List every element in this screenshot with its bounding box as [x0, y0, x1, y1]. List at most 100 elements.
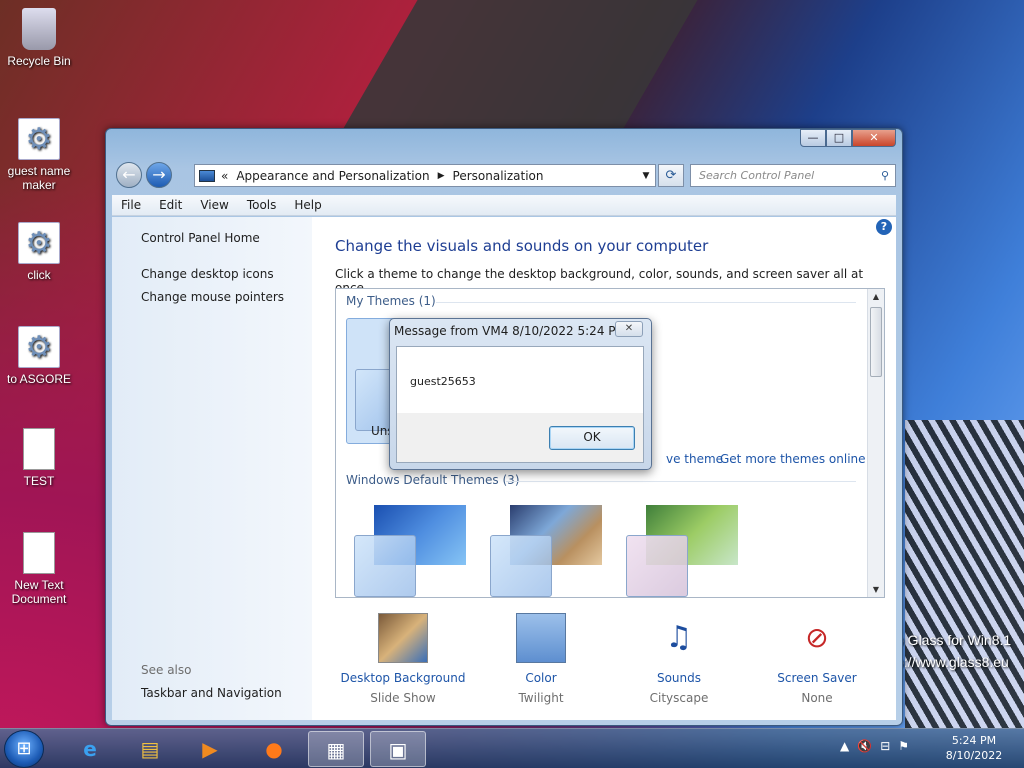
close-button[interactable]: ✕ — [852, 129, 896, 147]
desktop-icon-to-asgore[interactable]: to ASGORE — [1, 326, 77, 386]
color-value: Twilight — [518, 691, 564, 705]
windows7-theme-tile[interactable] — [350, 501, 472, 597]
minimize-button[interactable]: — — [800, 129, 826, 147]
theme-swatch — [490, 535, 552, 597]
breadcrumb-overflow[interactable]: « — [221, 169, 228, 183]
watermark-line2: o://www.glass8.eu — [896, 654, 1009, 670]
sounds-item[interactable]: ♫ Sounds Cityscape — [609, 613, 749, 705]
forward-arrow-icon: → — [152, 165, 166, 184]
document-icon — [23, 428, 55, 470]
internet-explorer-icon: e — [83, 737, 97, 761]
scrollbar-thumb[interactable] — [870, 307, 882, 377]
dialog-body: guest25653 OK — [396, 346, 644, 463]
divider — [436, 302, 856, 303]
breadcrumb-appearance[interactable]: Appearance and Personalization — [236, 169, 429, 183]
desktop-background-icon — [378, 613, 428, 663]
default-themes-heading: Windows Default Themes (3) — [346, 473, 520, 487]
change-desktop-icons-link[interactable]: Change desktop icons — [141, 267, 274, 281]
themes-scrollbar[interactable]: ▲ ▼ — [867, 289, 884, 597]
dialog-close-button[interactable]: ✕ — [615, 321, 643, 337]
menu-file[interactable]: File — [112, 198, 150, 212]
taskbar-navigation-link[interactable]: Taskbar and Navigation — [141, 686, 282, 700]
desktop-icon-test[interactable]: TEST — [1, 428, 77, 488]
screen-saver-icon: ⊘ — [805, 621, 829, 654]
desktop-icon-guest-name-maker[interactable]: guest name maker — [1, 118, 77, 192]
desktop-icon-label: click — [27, 268, 51, 282]
explorer-taskbar-button[interactable]: ▤ — [122, 731, 178, 767]
see-also-heading: See also — [141, 663, 192, 677]
sounds-icon: ♫ — [665, 620, 693, 655]
desktop-icon-label: TEST — [23, 474, 55, 488]
clock[interactable]: 5:24 PM 8/10/2022 — [936, 733, 1012, 763]
left-pane: Control Panel Home Change desktop icons … — [112, 217, 312, 720]
desktop-icon-label: Recycle Bin — [7, 54, 71, 68]
network-icon[interactable]: ⊟ — [880, 739, 898, 753]
search-icon[interactable]: ⚲ — [881, 165, 889, 186]
forward-button[interactable]: → — [146, 162, 172, 188]
divider — [506, 481, 856, 482]
ok-button[interactable]: OK — [549, 426, 635, 450]
control-panel-home-link[interactable]: Control Panel Home — [141, 231, 260, 245]
message-taskbar-button[interactable]: ▣ — [370, 731, 426, 767]
wallpaper-tower — [905, 420, 1024, 728]
action-center-icon[interactable]: ⚑ — [898, 739, 917, 753]
control-panel-icon: ▦ — [326, 738, 346, 762]
start-button[interactable]: ⊞ — [4, 730, 44, 768]
my-themes-heading: My Themes (1) — [346, 294, 436, 308]
show-hidden-icons-icon[interactable]: ▲ — [840, 739, 857, 753]
scroll-up-icon[interactable]: ▲ — [868, 292, 884, 301]
menu-tools[interactable]: Tools — [238, 198, 286, 212]
screen-saver-item[interactable]: ⊘ Screen Saver None — [747, 613, 887, 705]
menu-bar: File Edit View Tools Help — [112, 195, 896, 216]
control-panel-taskbar-button[interactable]: ▦ — [308, 731, 364, 767]
caption-buttons: — □ ✕ — [800, 129, 896, 147]
desktop-background-label[interactable]: Desktop Background — [333, 671, 473, 685]
folder-icon: ▤ — [140, 737, 160, 761]
sounds-label[interactable]: Sounds — [609, 671, 749, 685]
gear-icon — [18, 326, 60, 368]
menu-help[interactable]: Help — [285, 198, 330, 212]
back-button[interactable]: ← — [116, 162, 142, 188]
scroll-down-icon[interactable]: ▼ — [868, 585, 884, 594]
get-more-themes-link[interactable]: Get more themes online — [720, 452, 866, 466]
address-bar[interactable]: « Appearance and Personalization ▶ Perso… — [194, 164, 656, 187]
breadcrumb-separator-icon[interactable]: ▶ — [438, 171, 445, 181]
media-player-taskbar-button[interactable]: ▶ — [182, 731, 238, 767]
nature-theme-tile[interactable] — [622, 501, 744, 597]
volume-muted-icon[interactable]: 🔇 — [857, 739, 880, 753]
color-item[interactable]: Color Twilight — [471, 613, 611, 705]
dialog-message: guest25653 — [410, 375, 476, 388]
save-theme-link[interactable]: ve theme — [666, 452, 723, 466]
desktop-icon-click[interactable]: click — [1, 222, 77, 282]
chevron-down-icon[interactable]: ▼ — [637, 171, 655, 181]
message-dialog: Message from VM4 8/10/2022 5:24 PM ✕ gue… — [389, 318, 652, 470]
firefox-taskbar-button[interactable]: ● — [246, 731, 302, 767]
dialog-title: Message from VM4 8/10/2022 5:24 PM — [394, 324, 626, 338]
maximize-button[interactable]: □ — [826, 129, 852, 147]
dialog-message-area: guest25653 — [397, 347, 643, 413]
desktop-background-value: Slide Show — [370, 691, 436, 705]
help-icon[interactable]: ? — [876, 219, 892, 235]
screen-saver-label[interactable]: Screen Saver — [747, 671, 887, 685]
search-input[interactable]: Search Control Panel ⚲ — [690, 164, 896, 187]
refresh-button[interactable]: ⟳ — [658, 164, 684, 187]
back-arrow-icon: ← — [122, 165, 136, 184]
menu-edit[interactable]: Edit — [150, 198, 191, 212]
desktop-icon-new-text-document[interactable]: New Text Document — [1, 532, 77, 606]
clock-time: 5:24 PM — [951, 734, 997, 747]
message-window-icon: ▣ — [388, 738, 408, 762]
architecture-theme-tile[interactable] — [486, 501, 608, 597]
page-title: Change the visuals and sounds on your co… — [335, 237, 709, 255]
breadcrumb-personalization[interactable]: Personalization — [453, 169, 544, 183]
sounds-value: Cityscape — [649, 691, 709, 705]
desktop-icon-label: New Text Document — [11, 578, 67, 606]
desktop-background-item[interactable]: Desktop Background Slide Show — [333, 613, 473, 705]
menu-view[interactable]: View — [191, 198, 237, 212]
change-mouse-pointers-link[interactable]: Change mouse pointers — [141, 290, 284, 304]
desktop-icon-label: guest name maker — [7, 164, 71, 192]
theme-swatch — [354, 535, 416, 597]
internet-explorer-taskbar-button[interactable]: e — [62, 731, 118, 767]
color-label[interactable]: Color — [471, 671, 611, 685]
desktop-icon-recycle-bin[interactable]: Recycle Bin — [1, 8, 77, 68]
clock-date: 8/10/2022 — [945, 749, 1003, 762]
